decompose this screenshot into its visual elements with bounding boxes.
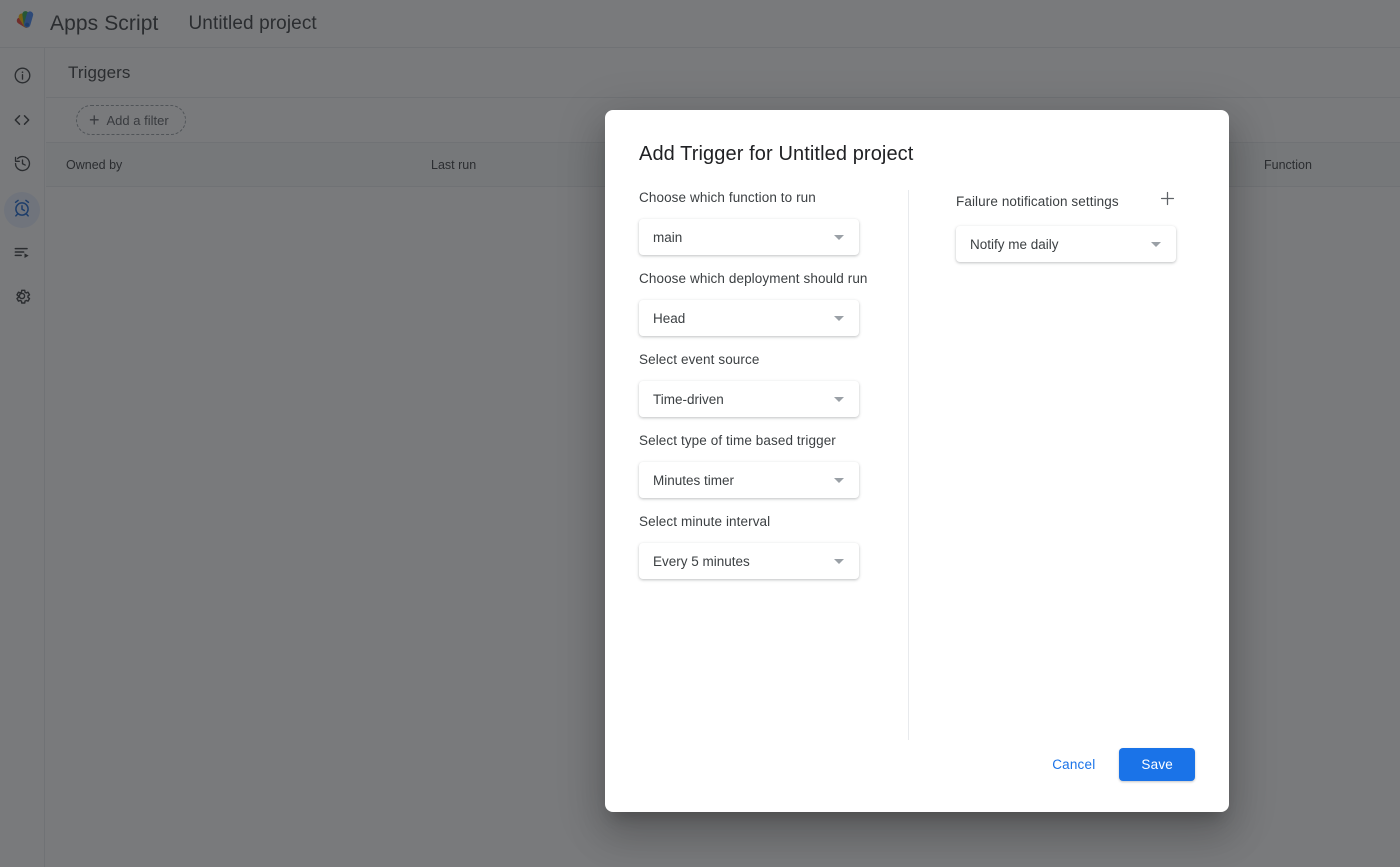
chevron-down-icon: [834, 478, 844, 483]
chevron-down-icon: [1151, 242, 1161, 247]
field-label-minute-interval: Select minute interval: [639, 514, 771, 529]
dialog-left-column: Choose which function to run main Choose…: [639, 190, 909, 595]
dialog-title: Add Trigger for Untitled project: [639, 143, 914, 165]
plus-icon: [1158, 189, 1177, 213]
function-select-value: main: [653, 229, 683, 245]
field-label-time-trigger-type: Select type of time based trigger: [639, 433, 836, 448]
save-button[interactable]: Save: [1119, 747, 1195, 781]
add-trigger-dialog: Add Trigger for Untitled project Choose …: [605, 110, 1229, 812]
field-label-event-source: Select event source: [639, 352, 760, 367]
minute-interval-select-value: Every 5 minutes: [653, 553, 750, 569]
time-trigger-type-select-value: Minutes timer: [653, 472, 735, 488]
field-event-source: Select event source Time-driven: [639, 352, 909, 417]
field-label-deployment: Choose which deployment should run: [639, 271, 868, 286]
event-source-select-value: Time-driven: [653, 391, 724, 407]
cancel-button[interactable]: Cancel: [1038, 748, 1109, 781]
field-label-failure-notification: Failure notification settings: [956, 193, 1119, 209]
dialog-body: Choose which function to run main Choose…: [605, 190, 1229, 740]
event-source-select[interactable]: Time-driven: [639, 381, 859, 417]
minute-interval-select[interactable]: Every 5 minutes: [639, 543, 859, 579]
field-minute-interval: Select minute interval Every 5 minutes: [639, 514, 909, 579]
chevron-down-icon: [834, 235, 844, 240]
field-time-trigger-type: Select type of time based trigger Minute…: [639, 433, 909, 498]
time-trigger-type-select[interactable]: Minutes timer: [639, 462, 859, 498]
chevron-down-icon: [834, 559, 844, 564]
chevron-down-icon: [834, 397, 844, 402]
dialog-footer: Cancel Save: [605, 716, 1229, 812]
failure-notification-select[interactable]: Notify me daily: [956, 226, 1176, 262]
deployment-select-value: Head: [653, 310, 686, 326]
field-label-function: Choose which function to run: [639, 190, 816, 205]
field-deployment: Choose which deployment should run Head: [639, 271, 909, 336]
chevron-down-icon: [834, 316, 844, 321]
function-select[interactable]: main: [639, 219, 859, 255]
failure-notification-header: Failure notification settings: [956, 190, 1178, 212]
field-function: Choose which function to run main: [639, 190, 909, 255]
add-notification-button[interactable]: [1156, 190, 1178, 212]
failure-notification-select-value: Notify me daily: [970, 236, 1059, 252]
deployment-select[interactable]: Head: [639, 300, 859, 336]
dialog-right-column: Failure notification settings Notify me …: [956, 190, 1196, 262]
